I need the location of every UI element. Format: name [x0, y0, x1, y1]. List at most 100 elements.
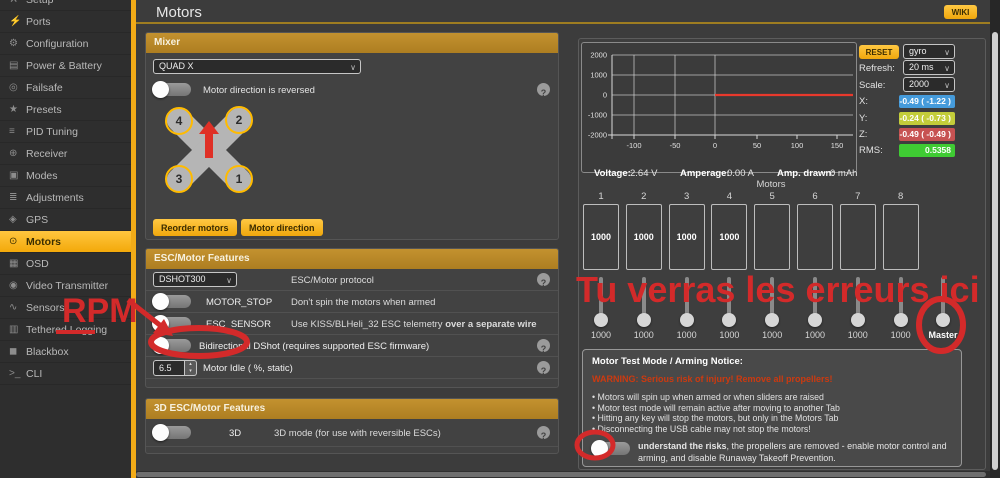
- motor-slider-knob[interactable]: [594, 313, 608, 327]
- risk-acknowledge-row: understand the risks, the propellers are…: [592, 441, 952, 464]
- motor-idle-row: 6.5 ▴▾ Motor Idle ( %, static): [146, 357, 558, 379]
- motor-slider-knob[interactable]: [765, 313, 779, 327]
- page-title: Motors: [156, 4, 202, 21]
- reorder-motors-button[interactable]: Reorder motors: [153, 219, 237, 236]
- refresh-value: 20 ms: [909, 62, 934, 72]
- understand-risks-toggle[interactable]: [592, 442, 630, 455]
- motor-stop-name: MOTOR_STOP: [206, 297, 272, 308]
- help-icon[interactable]: [537, 83, 550, 96]
- sidebar-item-label: Setup: [26, 0, 53, 6]
- motor-output-value: [880, 204, 922, 270]
- motor-stop-row: MOTOR_STOP Don't spin the motors when ar…: [146, 291, 558, 313]
- motor-slider-knob[interactable]: [680, 313, 694, 327]
- bidirectional-dshot-toggle[interactable]: [153, 339, 191, 352]
- sidebar-item-power-battery[interactable]: ▤Power & Battery: [0, 55, 131, 77]
- help-icon[interactable]: [537, 273, 550, 286]
- sidebar-item-blackbox[interactable]: ◼Blackbox: [0, 341, 131, 363]
- wrench-icon: ⚒: [9, 0, 26, 5]
- motor-slider-value: 1000: [580, 330, 622, 340]
- chevron-down-icon: ∨: [944, 62, 950, 75]
- stepper-arrows-icon[interactable]: ▴▾: [185, 360, 197, 376]
- chevron-down-icon: ∨: [944, 46, 950, 59]
- sidebar-item-video-transmitter[interactable]: ◉Video Transmitter: [0, 275, 131, 297]
- svg-text:0: 0: [603, 91, 607, 100]
- sidebar-item-ports[interactable]: ⚡Ports: [0, 11, 131, 33]
- reset-button[interactable]: RESET: [859, 45, 899, 59]
- graph-source-value: gyro: [909, 46, 927, 56]
- sidebar-item-label: Tethered Logging: [26, 324, 107, 336]
- risk-bold-text: understand the risks: [638, 441, 727, 451]
- sidebar-item-label: Presets: [26, 104, 62, 116]
- esc-panel-header: ESC/Motor Features: [146, 249, 558, 269]
- esc-motor-features-panel: ESC/Motor Features DSHOT300 ∨ ESC/Motor …: [145, 248, 559, 388]
- notice-bullet: • Motor test mode will remain active aft…: [592, 403, 952, 414]
- motor-number: 8: [880, 191, 922, 202]
- esc-sensor-toggle[interactable]: [153, 317, 191, 330]
- sidebar-item-setup[interactable]: ⚒Setup: [0, 0, 131, 11]
- motor-direction-button[interactable]: Motor direction: [241, 219, 323, 236]
- blackbox-icon: ◼: [9, 346, 26, 357]
- sidebar-item-configuration[interactable]: ⚙Configuration: [0, 33, 131, 55]
- motor-direction-reversed-toggle[interactable]: [153, 83, 191, 96]
- betaflight-configurator-window: ⚒Setup⚡Ports⚙Configuration▤Power & Batte…: [0, 0, 1000, 478]
- sidebar-item-label: OSD: [26, 258, 49, 270]
- svg-text:-50: -50: [670, 141, 681, 150]
- help-icon[interactable]: [537, 361, 550, 374]
- sidebar-item-presets[interactable]: ★Presets: [0, 99, 131, 121]
- mixer-type-select[interactable]: QUAD X ∨: [153, 59, 361, 74]
- motor-position-2: 2: [225, 106, 253, 134]
- sidebar-item-sensors[interactable]: ∿Sensors: [0, 297, 131, 319]
- motor-output-value: [837, 204, 879, 270]
- esc-protocol-select[interactable]: DSHOT300 ∨: [153, 272, 237, 287]
- vtx-icon: ◉: [9, 280, 26, 291]
- motor-slider-knob[interactable]: [637, 313, 651, 327]
- sidebar-item-label: Sensors: [26, 302, 65, 314]
- sidebar-item-tethered-logging[interactable]: ▥Tethered Logging: [0, 319, 131, 341]
- sidebar-item-pid-tuning[interactable]: ≡PID Tuning: [0, 121, 131, 143]
- scale-select[interactable]: 2000∨: [903, 77, 955, 92]
- sidebar-item-modes[interactable]: ▣Modes: [0, 165, 131, 187]
- svg-text:-2000: -2000: [588, 131, 607, 140]
- motor-slider-knob[interactable]: [894, 313, 908, 327]
- sidebar-item-motors[interactable]: ⊙Motors: [0, 231, 131, 253]
- motor-slider-value: 1000: [880, 330, 922, 340]
- motor-slider-knob[interactable]: [808, 313, 822, 327]
- sidebar-item-cli[interactable]: >_CLI: [0, 363, 131, 385]
- sidebar-item-adjustments[interactable]: ≣Adjustments: [0, 187, 131, 209]
- motor-slider-knob[interactable]: [851, 313, 865, 327]
- help-icon[interactable]: [537, 339, 550, 352]
- refresh-select[interactable]: 20 ms ∨: [903, 60, 955, 75]
- horizontal-scrollbar-thumb[interactable]: [136, 472, 986, 477]
- x-axis-label: X:: [859, 96, 868, 107]
- 3d-mode-toggle[interactable]: [153, 426, 191, 439]
- sidebar-item-receiver[interactable]: ⊕Receiver: [0, 143, 131, 165]
- amp-drawn-value: 0 mAh: [830, 168, 857, 179]
- motor-idle-input[interactable]: 6.5: [153, 360, 185, 376]
- sidebar-item-label: Failsafe: [26, 82, 63, 94]
- svg-text:-1000: -1000: [588, 111, 607, 120]
- vertical-scrollbar[interactable]: [990, 0, 1000, 478]
- voltage-value: 2.64 V: [630, 168, 657, 179]
- rms-badge: 0.5358: [899, 144, 955, 157]
- accent-bar: [131, 0, 136, 478]
- motor-position-3: 3: [165, 165, 193, 193]
- graph-source-select[interactable]: gyro ∨: [903, 44, 955, 59]
- sidebar-item-failsafe[interactable]: ◎Failsafe: [0, 77, 131, 99]
- motor-number: 4: [708, 191, 750, 202]
- motor-stop-toggle[interactable]: [153, 295, 191, 308]
- wiki-button[interactable]: WIKI: [944, 5, 977, 19]
- scale-label: Scale:: [859, 80, 885, 91]
- sidebar-item-gps[interactable]: ◈GPS: [0, 209, 131, 231]
- motor-slider-value: 1000: [794, 330, 836, 340]
- vertical-scrollbar-thumb[interactable]: [992, 32, 998, 470]
- help-icon[interactable]: [537, 426, 550, 439]
- bidirectional-dshot-row: Bidirectional DShot (requires supported …: [146, 335, 558, 357]
- master-slider-knob[interactable]: [936, 313, 950, 327]
- sidebar-item-label: Ports: [26, 16, 51, 28]
- rms-label: RMS:: [859, 145, 883, 156]
- adjustments-icon: ≣: [9, 192, 26, 203]
- notice-title: Motor Test Mode / Arming Notice:: [592, 356, 952, 367]
- horizontal-scrollbar[interactable]: [136, 471, 990, 478]
- motor-slider-knob[interactable]: [722, 313, 736, 327]
- sidebar-item-osd[interactable]: ▦OSD: [0, 253, 131, 275]
